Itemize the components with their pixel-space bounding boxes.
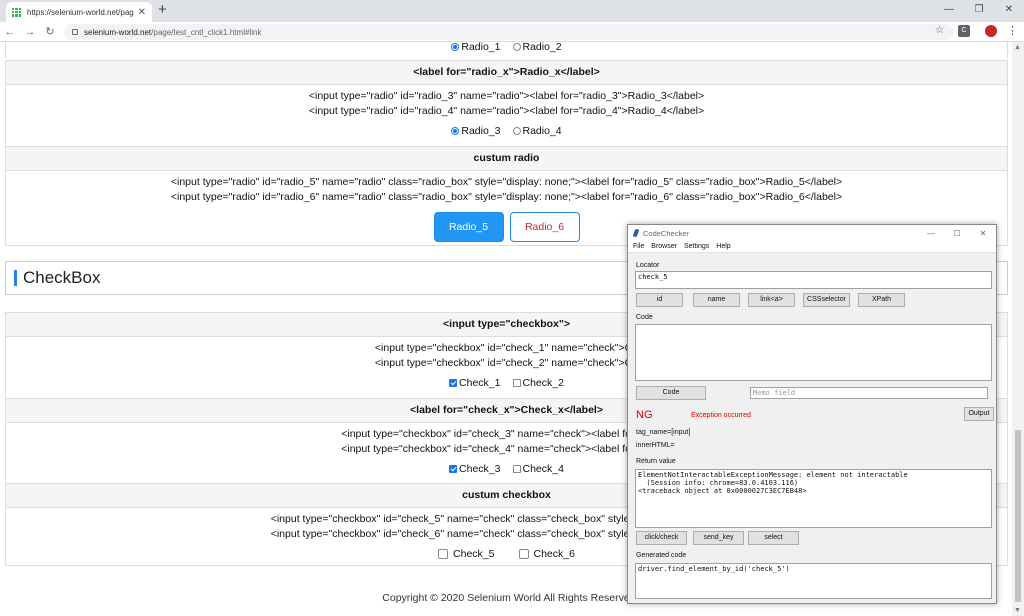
radio-6-button[interactable]: Radio_6 <box>509 212 580 242</box>
url-host: selenium-world.net <box>84 27 152 37</box>
name-button[interactable]: name <box>693 293 740 307</box>
cc-minimize-icon[interactable]: — <box>918 229 944 238</box>
radio-4[interactable]: Radio_4 <box>512 125 562 137</box>
send-key-button[interactable]: send_key <box>693 531 744 545</box>
custom-radio-header: custum radio <box>5 146 1008 171</box>
codechecker-titlebar: CodeChecker — ☐ ✕ <box>628 225 996 241</box>
radio-label-row: <input type="radio" id="radio_3" name="r… <box>5 85 1008 146</box>
code-label: Code <box>636 314 653 321</box>
radio-4-dot[interactable] <box>512 127 521 135</box>
code-line: <input type="radio" id="radio_3" name="r… <box>308 90 705 102</box>
select-button[interactable]: select <box>748 531 799 545</box>
menu-kebab-icon[interactable]: ⋮ <box>1007 24 1018 37</box>
scroll-up-icon[interactable]: ▲ <box>1014 44 1021 51</box>
return-value-textarea[interactable]: ElementNotInteractableExceptionMessage: … <box>635 469 992 528</box>
generated-code-textarea[interactable]: driver.find_element_by_id('check_5') <box>635 563 992 599</box>
cssselector-button[interactable]: CSSselector <box>803 293 850 307</box>
output-button[interactable]: Output <box>964 407 994 421</box>
browser-tab[interactable]: https://selenium-world.net/page ✕ <box>6 2 152 22</box>
radio-3[interactable]: Radio_3 <box>451 125 501 137</box>
browser-toolbar: ← → ↻ selenium-world.net /page/test_cntl… <box>0 22 1024 42</box>
check-6-box[interactable] <box>518 549 529 559</box>
locator-input[interactable]: check_5 <box>635 271 992 289</box>
new-tab-icon[interactable]: + <box>158 1 167 18</box>
code-line: <input type="radio" id="radio_5" name="r… <box>170 176 843 188</box>
check-2[interactable]: Check_2 <box>512 377 564 389</box>
radio-1[interactable]: Radio_1 <box>451 42 501 53</box>
radio-2[interactable]: Radio_2 <box>512 42 562 53</box>
memo-field[interactable]: Memo field <box>750 387 988 399</box>
radio-2-dot[interactable] <box>512 43 521 51</box>
inner-html-text: innerHTML= <box>636 442 675 449</box>
app-feather-icon <box>632 228 640 238</box>
lock-icon <box>72 29 78 35</box>
codechecker-title: CodeChecker <box>643 228 689 238</box>
exception-message: Exception occurred <box>691 412 751 419</box>
check-1-box[interactable] <box>449 379 458 387</box>
tab-title: https://selenium-world.net/page <box>27 7 134 17</box>
menu-help[interactable]: Help <box>716 243 730 250</box>
xpath-button[interactable]: XPath <box>858 293 905 307</box>
radio-basic-row: Radio_1 Radio_2 <box>5 42 1008 58</box>
minimize-icon[interactable]: — <box>934 0 964 22</box>
status-ng: NG <box>636 409 653 421</box>
reload-icon[interactable]: ↻ <box>40 25 60 38</box>
title-accent-bar <box>14 270 17 286</box>
site-favicon-icon <box>12 7 21 17</box>
check-4-box[interactable] <box>512 465 521 473</box>
code-textarea[interactable] <box>635 324 992 381</box>
click-check-button[interactable]: click/check <box>636 531 687 545</box>
menu-settings[interactable]: Settings <box>684 243 709 250</box>
return-value-label: Return value <box>636 458 676 465</box>
tab-close-icon[interactable]: ✕ <box>138 7 146 18</box>
maximize-icon[interactable]: ❐ <box>964 0 994 22</box>
extension-icon[interactable]: C <box>958 25 970 37</box>
codechecker-window: CodeChecker — ☐ ✕ File Browser Settings … <box>627 224 997 604</box>
scroll-down-icon[interactable]: ▼ <box>1014 607 1021 614</box>
profile-avatar-icon[interactable] <box>985 25 997 37</box>
address-bar[interactable]: selenium-world.net /page/test_cntl_click… <box>64 24 954 40</box>
check-3[interactable]: Check_3 <box>449 463 501 475</box>
check-4[interactable]: Check_4 <box>512 463 564 475</box>
check-1[interactable]: Check_1 <box>449 377 501 389</box>
scrollbar-thumb[interactable] <box>1015 430 1021 602</box>
generated-code-label: Generated code <box>636 552 687 559</box>
check-3-box[interactable] <box>449 465 458 473</box>
codechecker-menubar: File Browser Settings Help <box>628 241 996 253</box>
menu-browser[interactable]: Browser <box>651 243 677 250</box>
code-button[interactable]: Code <box>636 386 706 400</box>
check-6[interactable]: Check_6 <box>518 548 575 560</box>
cc-maximize-icon[interactable]: ☐ <box>944 229 970 238</box>
code-line: <input type="radio" id="radio_4" name="r… <box>308 105 705 117</box>
cc-close-icon[interactable]: ✕ <box>970 229 996 238</box>
link-button[interactable]: link<a> <box>748 293 795 307</box>
tag-name-text: tag_name=[input] <box>636 429 691 436</box>
check-2-box[interactable] <box>512 379 521 387</box>
menu-file[interactable]: File <box>633 243 644 250</box>
check-5-box[interactable] <box>438 549 449 559</box>
check-5[interactable]: Check_5 <box>438 548 495 560</box>
radio-1-dot[interactable] <box>451 43 460 51</box>
radio-label-header: <label for="radio_x">Radio_x</label> <box>5 60 1008 85</box>
url-path: /page/test_cntl_click1.html#link <box>151 27 262 37</box>
id-button[interactable]: id <box>636 293 683 307</box>
forward-icon[interactable]: → <box>20 26 40 38</box>
tab-strip: https://selenium-world.net/page ✕ + — ❐ … <box>0 0 1024 22</box>
window-controls: — ❐ ✕ <box>934 0 1024 22</box>
page-scrollbar[interactable]: ▲ ▼ <box>1012 42 1024 616</box>
locator-label: Locator <box>636 262 660 269</box>
section-title-text: CheckBox <box>23 268 101 287</box>
radio-3-dot[interactable] <box>451 127 460 135</box>
back-icon[interactable]: ← <box>0 26 20 38</box>
code-line: <input type="radio" id="radio_6" name="r… <box>170 191 843 203</box>
window-close-icon[interactable]: ✕ <box>994 0 1024 22</box>
bookmark-star-icon[interactable]: ☆ <box>935 25 944 36</box>
radio-5-button[interactable]: Radio_5 <box>433 212 504 242</box>
